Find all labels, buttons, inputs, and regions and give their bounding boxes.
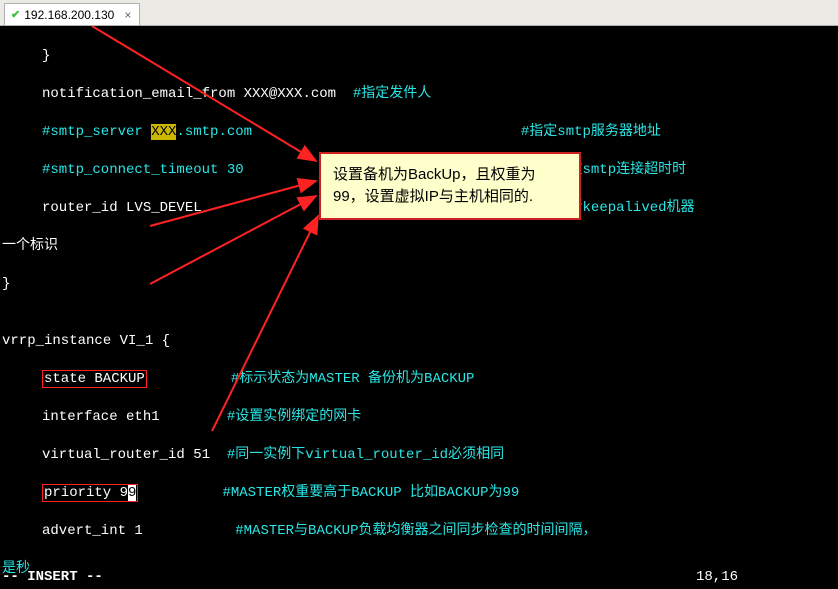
code-line: router_id LVS_DEVEL [42,200,202,216]
code-line: vrrp_instance VI_1 { [2,333,170,349]
code-line: notification_email_from XXX@XXX.com [42,86,336,102]
comment: #指定发件人 [353,86,431,102]
redbox-state: state BACKUP [42,370,147,388]
vim-cursor-pos: 18,16 [696,568,738,587]
code-line: interface eth1 [42,409,160,425]
code-line: 一个标识 [2,238,58,254]
callout-box: 设置备机为BackUp，且权重为99，设置虚拟IP与主机相同的. [319,152,581,220]
comment: #指定smtp服务器地址 [521,124,661,140]
comment: #标示状态为MASTER 备份机为BACKUP [231,371,475,387]
code-line: #smtp_connect_timeout 30 [42,162,244,178]
check-icon: ✔ [11,8,20,21]
tab-bar: ✔ 192.168.200.130 × [0,0,838,26]
highlight: XXX [151,124,176,140]
terminal: } notification_email_from XXX@XXX.com #指… [0,26,838,589]
comment: #MASTER与BACKUP负载均衡器之间同步检查的时间间隔， [235,523,596,539]
annotation-arrows [0,26,838,589]
redbox-priority: priority 99 [42,484,138,502]
code-line: #smtp_server [42,124,151,140]
tab-title: 192.168.200.130 [24,8,114,22]
code-line: } [42,48,50,64]
comment: #MASTER权重要高于BACKUP 比如BACKUP为99 [222,485,519,501]
code-line: } [2,276,10,292]
code-line: advert_int 1 [42,523,143,539]
code-line: virtual_router_id 51 [42,447,210,463]
tab-host[interactable]: ✔ 192.168.200.130 × [4,3,140,25]
callout-text: 设置备机为BackUp，且权重为99，设置虚拟IP与主机相同的. [333,166,536,205]
comment: #设置实例绑定的网卡 [227,409,361,425]
close-icon[interactable]: × [124,8,131,22]
comment: #同一实例下virtual_router_id必须相同 [227,447,504,463]
vim-mode: -- INSERT -- [2,568,103,587]
code-line: .smtp.com [176,124,252,140]
cursor: 9 [128,485,136,501]
